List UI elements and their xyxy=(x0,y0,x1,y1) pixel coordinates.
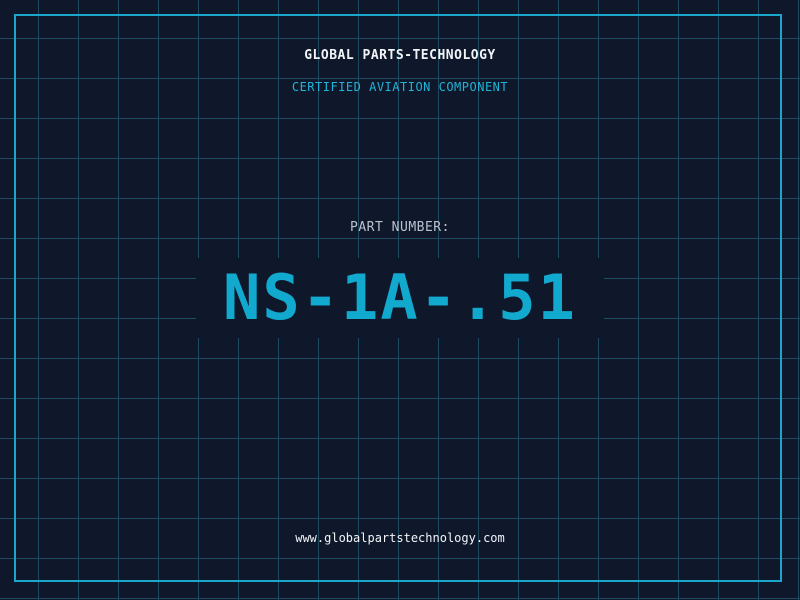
website-url: www.globalpartstechnology.com xyxy=(295,531,505,545)
label-canvas: GLOBAL PARTS-TECHNOLOGY CERTIFIED AVIATI… xyxy=(0,0,800,600)
company-name: GLOBAL PARTS-TECHNOLOGY xyxy=(304,48,496,63)
part-number-value: NS-1A-.51 xyxy=(223,261,577,334)
part-number-label: PART NUMBER: xyxy=(350,220,450,235)
certification-subtitle: CERTIFIED AVIATION COMPONENT xyxy=(291,80,509,94)
